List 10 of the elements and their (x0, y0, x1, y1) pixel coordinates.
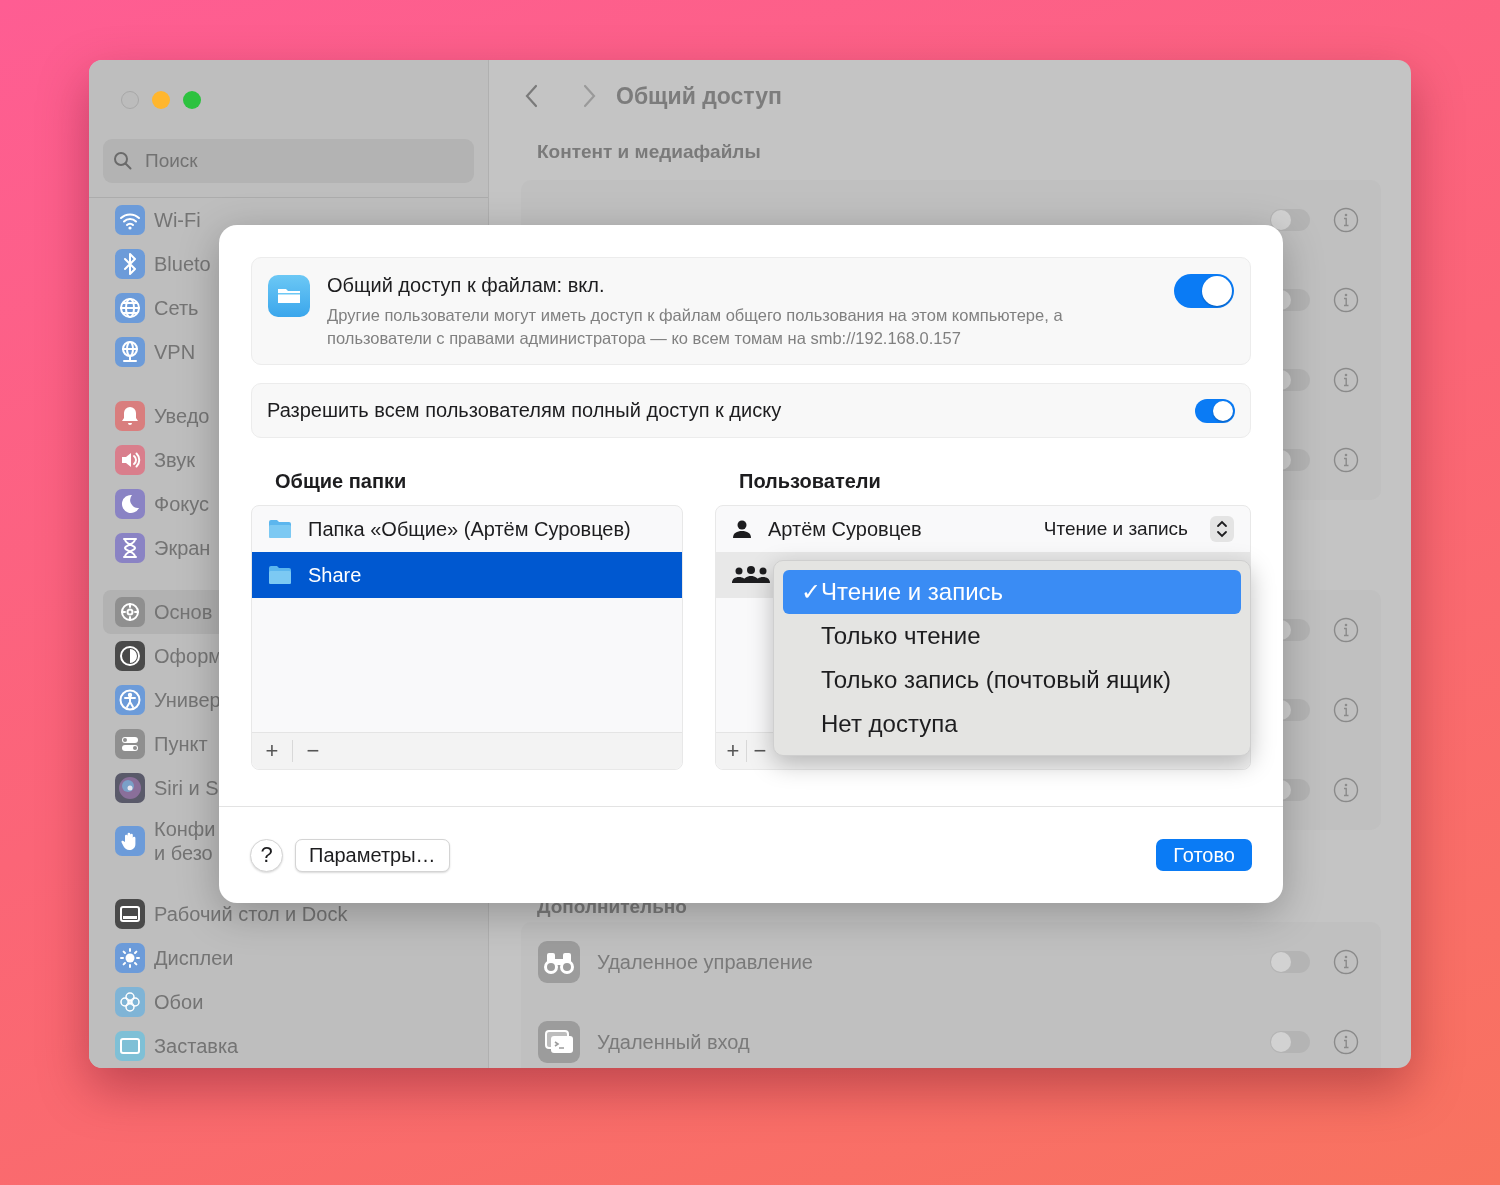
row-label: Удаленный вход (597, 1030, 750, 1054)
section-heading: Контент и медиафайлы (537, 141, 762, 163)
setting-label: Разрешить всем пользователям полный доступ к диску (267, 399, 782, 422)
sharing-title: Общий доступ к файлам: вкл. (327, 274, 606, 297)
list-heading: Пользователи (739, 469, 882, 493)
sharing-description: Другие пользователи могут иметь доступ к файлам общего пользования на этом компьютере, а пользователи с правами администратора — ко всем томам на smb://192.168.0.157 (327, 305, 1064, 349)
window-title: Общий доступ (616, 82, 782, 110)
list-heading: Общие папки (275, 469, 408, 493)
row-label: Удаленное управление (597, 950, 813, 974)
section-heading: Дополнительно (537, 896, 688, 918)
